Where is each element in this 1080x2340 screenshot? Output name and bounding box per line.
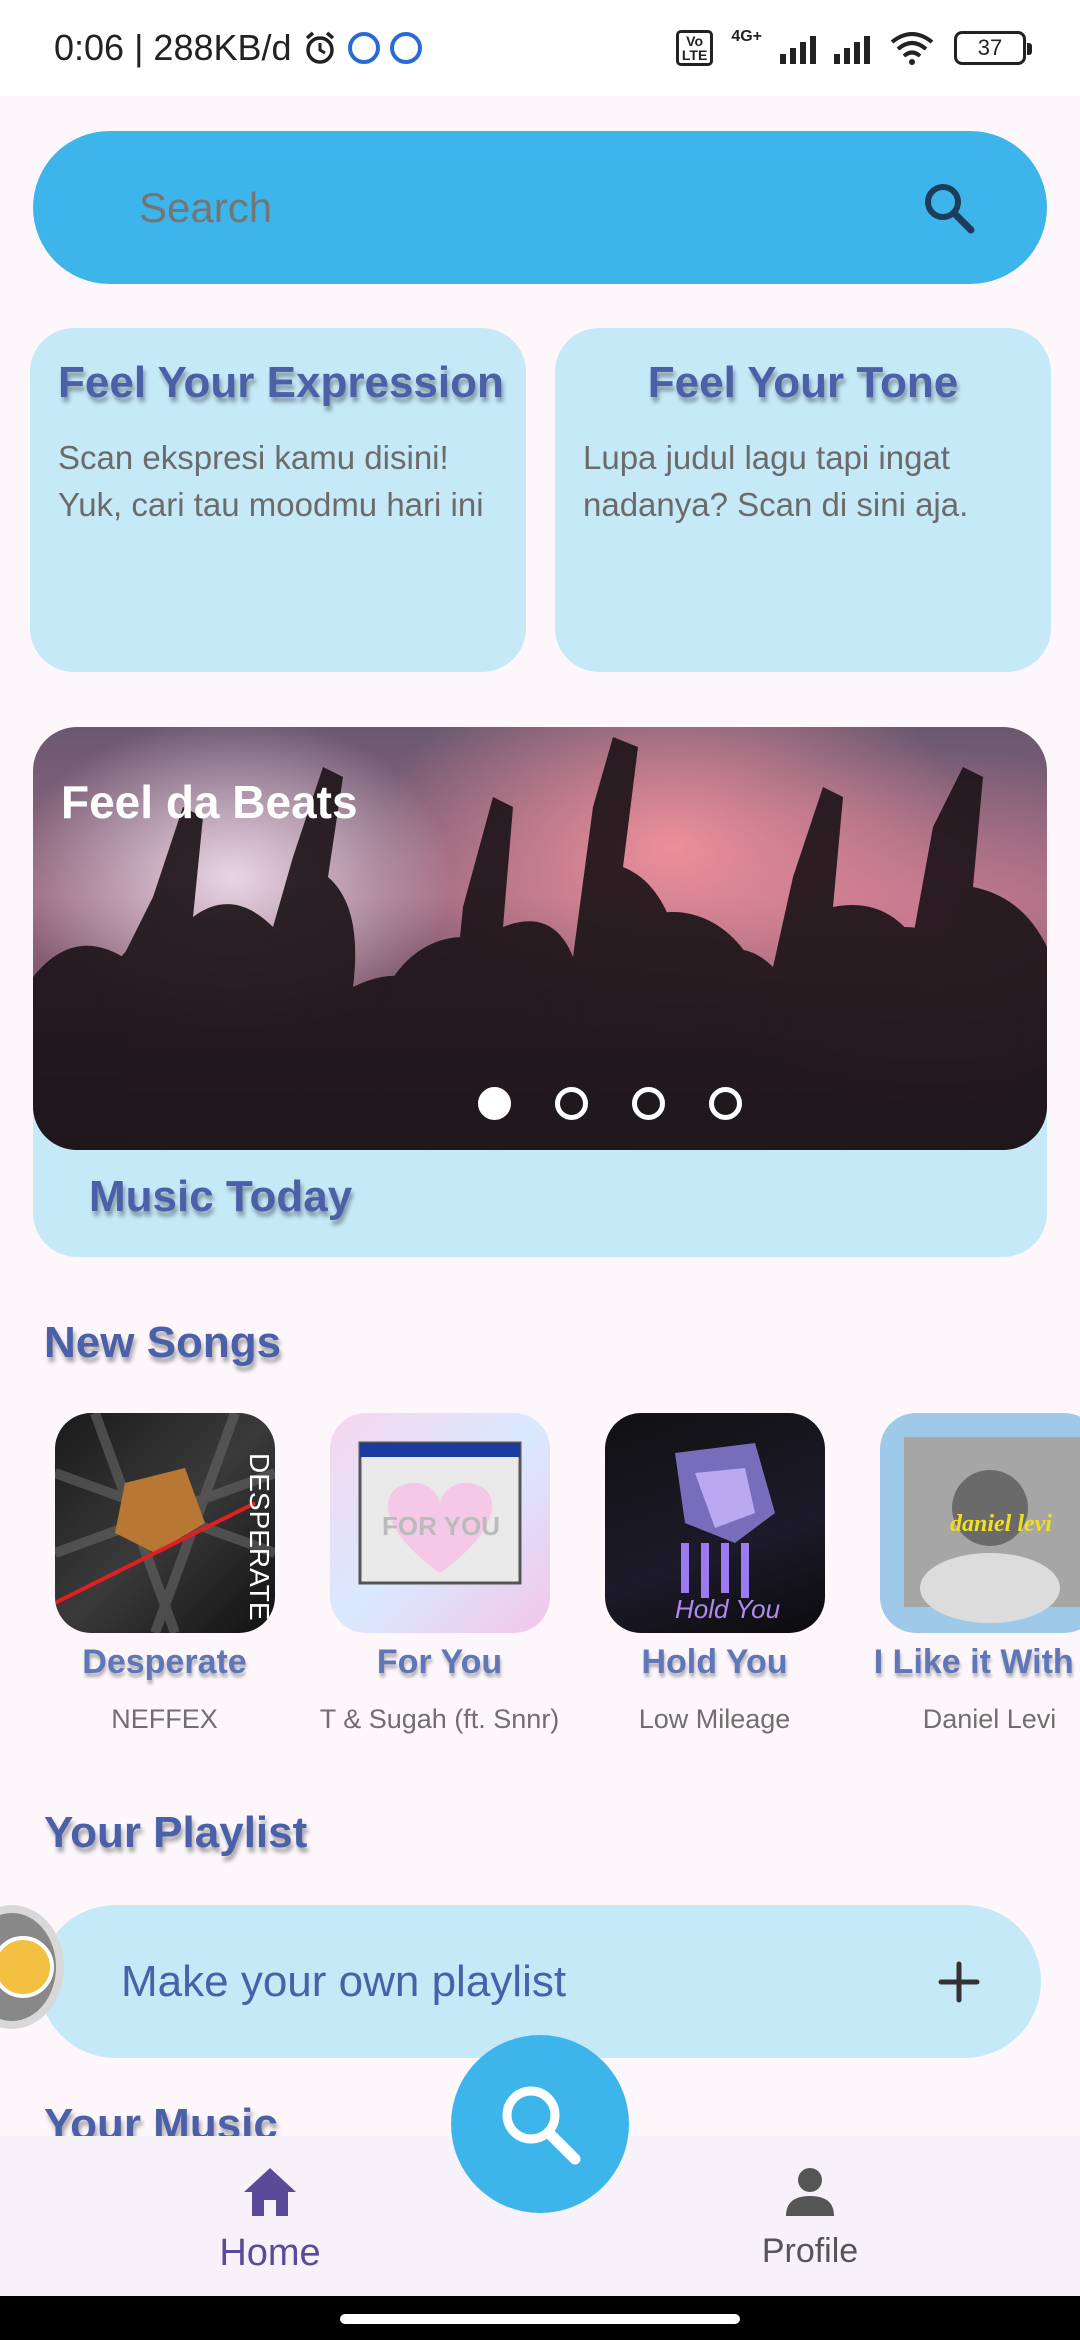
assistant-icon [0,1936,54,1998]
status-time: 0:06 | 288KB/d [54,27,292,68]
album-art-text: FOR YOU [382,1511,500,1541]
song-item-hold-you[interactable]: Hold You Hold You Low Mileage [577,1413,852,1735]
concert-crowd-image[interactable]: Feel da Beats [33,727,1047,1150]
telegram-notification-icon [389,32,422,64]
song-item-for-you[interactable]: FOR YOU For You T & Sugah (ft. Snnr) [302,1413,577,1735]
album-art[interactable]: DESPERATE [54,1413,275,1633]
banner-subtitle: Music Today [89,1172,353,1221]
album-art-graphic: DESPERATE [54,1413,275,1633]
status-bar: 0:06 | 288KB/d Vo LTE 4G+ 37 [0,0,1080,96]
song-item-i-like-it-with-you[interactable]: daniel levi I Like it With Y Daniel Levi [852,1413,1080,1735]
new-songs-heading: New Songs [44,1318,282,1367]
song-artist: NEFFEX [111,1704,218,1734]
carousel-dot-4[interactable] [709,1087,742,1120]
signal-strength-icon [780,32,816,64]
carousel-dot-1[interactable] [478,1087,511,1120]
feature-description: Lupa judul lagu tapi ingat nadanya? Scan… [583,439,969,523]
home-gesture-pill[interactable] [340,2314,740,2324]
search-icon[interactable] [921,180,977,236]
album-art-text: DESPERATE [244,1453,275,1621]
person-icon [786,2168,834,2216]
home-icon [244,2168,296,2216]
nav-home[interactable]: Home [150,2166,390,2275]
song-item-desperate[interactable]: DESPERATE Desperate NEFFEX [27,1413,302,1735]
feature-description: Scan ekspresi kamu disini! Yuk, cari tau… [58,439,484,523]
feel-your-expression-card[interactable]: Feel Your Expression Scan ekspresi kamu … [30,328,526,672]
app-notification-icon [347,32,380,64]
music-today-card[interactable]: Feel da Beats Music Today [33,727,1047,1257]
search-input[interactable] [139,183,839,232]
album-art-graphic: Hold You [674,1443,780,1624]
feature-title: Feel Your Tone [647,358,959,407]
status-right: Vo LTE 4G+ 37 [675,28,1032,66]
banner-title: Feel da Beats [61,776,358,828]
song-title: For You [376,1643,503,1681]
plus-icon[interactable] [937,1960,981,2004]
album-art-text: daniel levi [950,1511,1052,1537]
nav-profile[interactable]: Profile [690,2166,930,2271]
carousel-indicator[interactable] [33,1087,1047,1120]
feel-your-tone-card[interactable]: Feel Your Tone Lupa judul lagu tapi inga… [555,328,1051,672]
song-artist: Daniel Levi [922,1704,1057,1734]
song-artist: Low Mileage [638,1704,791,1734]
carousel-dot-3[interactable] [632,1087,665,1120]
nav-home-label: Home [219,2232,321,2274]
feature-title: Feel Your Expression [58,358,504,407]
volte-icon: Vo LTE [675,30,714,66]
album-art-text: Hold You [675,1594,780,1624]
song-artist: T & Sugah (ft. Snnr) [319,1704,560,1734]
battery-icon: 37 [954,31,1032,65]
search-icon [502,2086,581,2165]
album-art-graphic: FOR YOU [358,1441,521,1585]
your-playlist-heading: Your Playlist [44,1808,308,1857]
nav-profile-label: Profile [761,2232,859,2270]
network-type: 4G+ [731,28,762,45]
song-title: I Like it With Y [873,1643,1080,1681]
search-bar[interactable] [33,131,1047,284]
search-fab[interactable] [451,2035,629,2213]
album-art[interactable]: FOR YOU [329,1413,550,1633]
song-title: Hold You [641,1643,788,1681]
song-title: Desperate [82,1643,247,1681]
make-playlist-label: Make your own playlist [121,1956,567,2006]
wifi-icon [890,32,934,65]
new-songs-list[interactable]: DESPERATE Desperate NEFFEX FOR YOU For Y… [0,1413,1080,1743]
signal-strength-2-icon [834,32,870,64]
carousel-dot-2[interactable] [555,1087,588,1120]
album-art[interactable]: daniel levi [879,1413,1080,1633]
album-art-graphic: daniel levi [903,1437,1080,1623]
album-art[interactable]: Hold You [604,1413,825,1633]
status-left: 0:06 | 288KB/d [54,27,422,69]
alarm-icon [305,31,334,64]
